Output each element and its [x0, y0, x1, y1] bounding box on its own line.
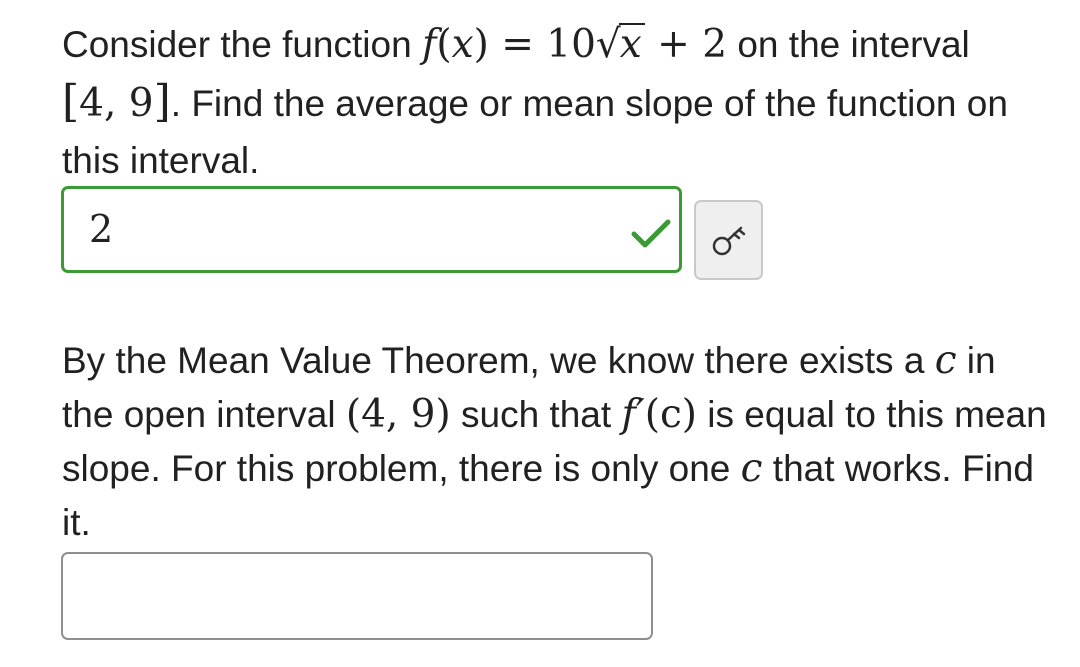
derivative-name: f′ — [621, 392, 645, 437]
question-2-part-a: By the Mean Value Theorem, we know there… — [62, 340, 935, 381]
question-1-text: Consider the function f(x) = 10√x + 2 on… — [62, 16, 1022, 189]
answer-2-field[interactable] — [61, 552, 653, 640]
checkmark-icon — [631, 219, 671, 248]
function-variable: x — [451, 22, 474, 67]
function-equals-coefficient: = 10 — [488, 22, 596, 67]
question-2-part-c: such that — [450, 394, 622, 435]
question-1-intro: Consider the function — [62, 24, 422, 65]
variable-c-1: c — [934, 338, 957, 383]
interval-values: 4, 9 — [79, 81, 154, 126]
radical-sign: √ — [595, 22, 621, 67]
function-rparen: ) — [473, 22, 489, 67]
answer-1-value[interactable]: 2 — [89, 207, 113, 251]
question-2-text: By the Mean Value Theorem, we know there… — [62, 334, 1052, 550]
answer-1-field[interactable]: 2 — [61, 186, 682, 273]
interval-open-bracket: [ — [62, 76, 80, 127]
derivative-argument: (c) — [644, 392, 698, 437]
key-button[interactable] — [694, 200, 763, 280]
variable-c-2: c — [740, 446, 763, 491]
question-1-instruction: . Find the average or mean slope of the … — [62, 83, 1008, 181]
open-interval: (4, 9) — [345, 392, 451, 437]
function-name: f — [421, 22, 437, 67]
radicand: x — [618, 23, 645, 65]
key-icon — [712, 226, 746, 256]
interval-close-bracket: ] — [153, 76, 171, 127]
function-constant-term: + 2 — [644, 22, 728, 67]
question-1-interval-intro: on the interval — [727, 24, 970, 65]
function-lparen: ( — [436, 22, 452, 67]
